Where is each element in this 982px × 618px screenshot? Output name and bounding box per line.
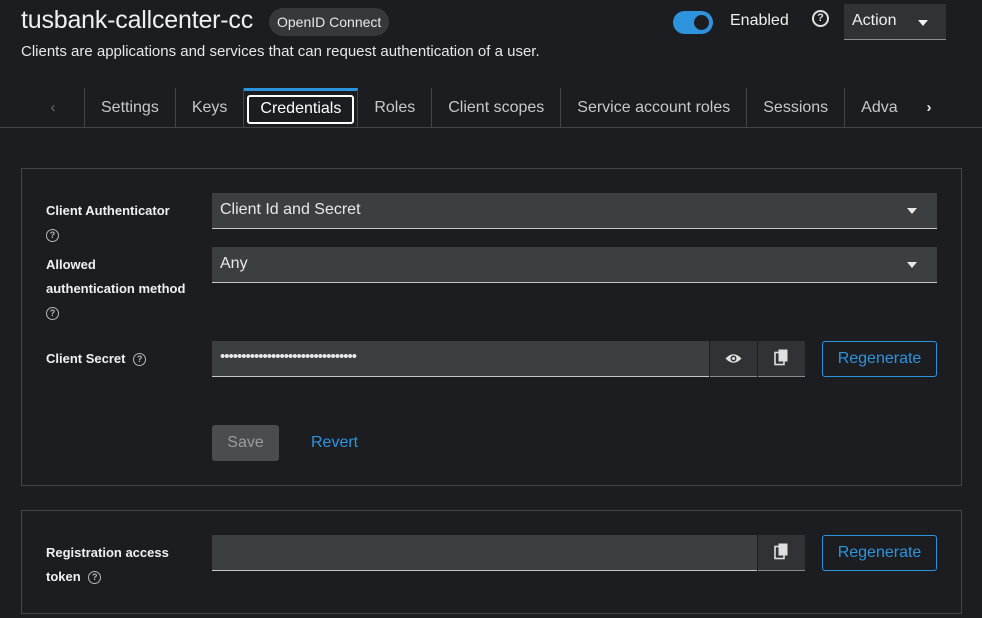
client-tabs: ‹ Settings Keys Credentials Roles Client sco… bbox=[0, 88, 982, 128]
copy-token-button[interactable] bbox=[758, 535, 805, 571]
help-icon[interactable]: ? bbox=[88, 571, 102, 585]
tab-settings[interactable]: Settings bbox=[85, 88, 176, 127]
enabled-toggle[interactable] bbox=[673, 11, 713, 34]
action-dropdown-button[interactable]: Action bbox=[844, 4, 946, 40]
page-header: tusbank-callcenter-cc OpenID Connect Ena… bbox=[0, 0, 982, 88]
client-secret-label: Client Secret ? bbox=[46, 347, 147, 371]
registration-token-label: Registration access token ? bbox=[46, 541, 169, 589]
tab-keys[interactable]: Keys bbox=[176, 88, 245, 127]
tab-credentials[interactable]: Credentials bbox=[244, 88, 359, 127]
tab-roles[interactable]: Roles bbox=[358, 88, 433, 127]
chevron-right-icon[interactable]: › bbox=[898, 88, 960, 127]
chevron-left-icon[interactable]: ‹ bbox=[22, 88, 85, 127]
client-title: tusbank-callcenter-cc bbox=[21, 6, 254, 34]
tab-client-scopes[interactable]: Client scopes bbox=[432, 88, 562, 127]
allowed-method-label-line2: authentication method bbox=[46, 281, 186, 296]
client-authenticator-select[interactable]: Client Id and Secret bbox=[212, 193, 937, 229]
copy-icon bbox=[774, 543, 788, 560]
help-icon[interactable]: ? bbox=[133, 353, 147, 367]
regenerate-secret-button[interactable]: Regenerate bbox=[822, 341, 937, 377]
caret-down-icon bbox=[918, 20, 928, 26]
allowed-method-label: Allowed authentication method ? bbox=[46, 253, 185, 325]
allowed-method-value: Any bbox=[220, 255, 248, 272]
registration-token-input[interactable] bbox=[212, 535, 757, 571]
help-icon[interactable]: ? bbox=[46, 307, 59, 321]
enabled-label: Enabled bbox=[730, 12, 789, 29]
protocol-badge: OpenID Connect bbox=[269, 8, 390, 36]
allowed-method-select[interactable]: Any bbox=[212, 247, 937, 283]
client-secret-input[interactable]: •••••••••••••••••••••••••••••••• bbox=[212, 341, 709, 377]
client-authenticator-label: Client Authenticator ? bbox=[46, 199, 170, 247]
focus-ring bbox=[247, 95, 355, 124]
client-authenticator-value: Client Id and Secret bbox=[220, 201, 361, 218]
client-authenticator-label-text: Client Authenticator bbox=[46, 203, 170, 218]
copy-secret-button[interactable] bbox=[758, 341, 805, 377]
registration-token-label-line2: token bbox=[46, 569, 81, 584]
tab-sessions[interactable]: Sessions bbox=[747, 88, 846, 127]
allowed-method-label-line1: Allowed bbox=[46, 257, 96, 272]
regenerate-token-button[interactable]: Regenerate bbox=[822, 535, 937, 571]
help-icon[interactable]: ? bbox=[46, 229, 59, 243]
copy-icon bbox=[774, 349, 788, 366]
registration-token-label-line1: Registration access bbox=[46, 545, 169, 560]
save-button[interactable]: Save bbox=[212, 425, 279, 461]
client-secret-label-text: Client Secret bbox=[46, 351, 126, 366]
help-icon[interactable]: ? bbox=[812, 10, 829, 27]
tab-service-account-roles[interactable]: Service account roles bbox=[561, 88, 748, 127]
action-label: Action bbox=[852, 12, 897, 29]
show-secret-button[interactable] bbox=[710, 341, 757, 377]
page-subtitle: Clients are applications and services th… bbox=[21, 43, 540, 60]
tab-advanced[interactable]: Advanced bbox=[845, 88, 898, 127]
toggle-knob bbox=[694, 15, 709, 30]
revert-button[interactable]: Revert bbox=[311, 425, 358, 461]
caret-down-icon bbox=[907, 208, 917, 214]
tab-list: Settings Keys Credentials Roles Client scope… bbox=[85, 88, 898, 127]
eye-icon bbox=[725, 354, 742, 363]
caret-down-icon bbox=[907, 262, 917, 268]
